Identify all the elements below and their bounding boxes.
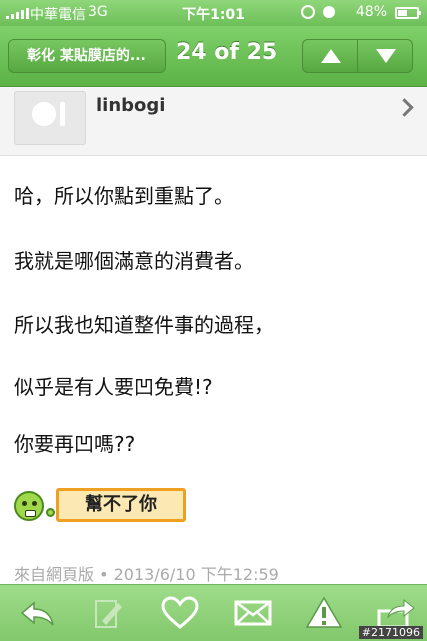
previous-post-button[interactable] bbox=[302, 39, 358, 73]
mail-icon[interactable] bbox=[233, 595, 273, 631]
chevron-right-icon bbox=[395, 98, 414, 117]
edit-icon[interactable] bbox=[88, 595, 128, 631]
post-line: 我就是哪個滿意的消費者。 bbox=[14, 249, 254, 273]
post-line: 哈，所以你點到重點了。 bbox=[14, 184, 234, 208]
navigation-bar: 彰化 某貼膜店的... 24 of 25 bbox=[0, 26, 427, 87]
battery-icon bbox=[395, 7, 421, 19]
next-post-button[interactable] bbox=[357, 39, 413, 73]
status-bar: 中華電信 3G 下午1:01 48% bbox=[0, 0, 427, 26]
back-button-label: 彰化 某貼膜店的... bbox=[27, 48, 146, 64]
post-line: 似乎是有人要凹免費!? bbox=[14, 375, 213, 399]
author-row[interactable]: linbogi bbox=[0, 87, 427, 156]
post-source: 來自網頁版 • 2013/6/10 下午12:59 bbox=[14, 565, 279, 584]
bottom-toolbar: #2171096 bbox=[0, 584, 427, 641]
watermark: #2171096 bbox=[358, 626, 423, 639]
author-name: linbogi bbox=[96, 95, 166, 116]
heart-icon[interactable] bbox=[160, 595, 200, 631]
reply-icon[interactable] bbox=[18, 595, 58, 631]
avatar bbox=[14, 91, 86, 145]
battery-percent: 48% bbox=[355, 4, 387, 20]
alarm-icon bbox=[323, 6, 335, 18]
rotation-lock-icon bbox=[301, 5, 315, 19]
sticker-label: 幫不了你 bbox=[56, 488, 186, 522]
arrow-down-icon bbox=[376, 49, 396, 63]
warning-icon[interactable] bbox=[304, 595, 344, 631]
arrow-up-icon bbox=[321, 49, 341, 63]
emoticon-face-icon bbox=[14, 491, 44, 521]
emoticon-sticker: 幫不了你 bbox=[12, 488, 186, 524]
back-button[interactable]: 彰化 某貼膜店的... bbox=[8, 39, 166, 73]
post-line: 所以我也知道整件事的過程， bbox=[14, 313, 274, 337]
post-line: 你要再凹嗎?? bbox=[14, 432, 136, 456]
page-counter: 24 of 25 bbox=[176, 40, 278, 65]
